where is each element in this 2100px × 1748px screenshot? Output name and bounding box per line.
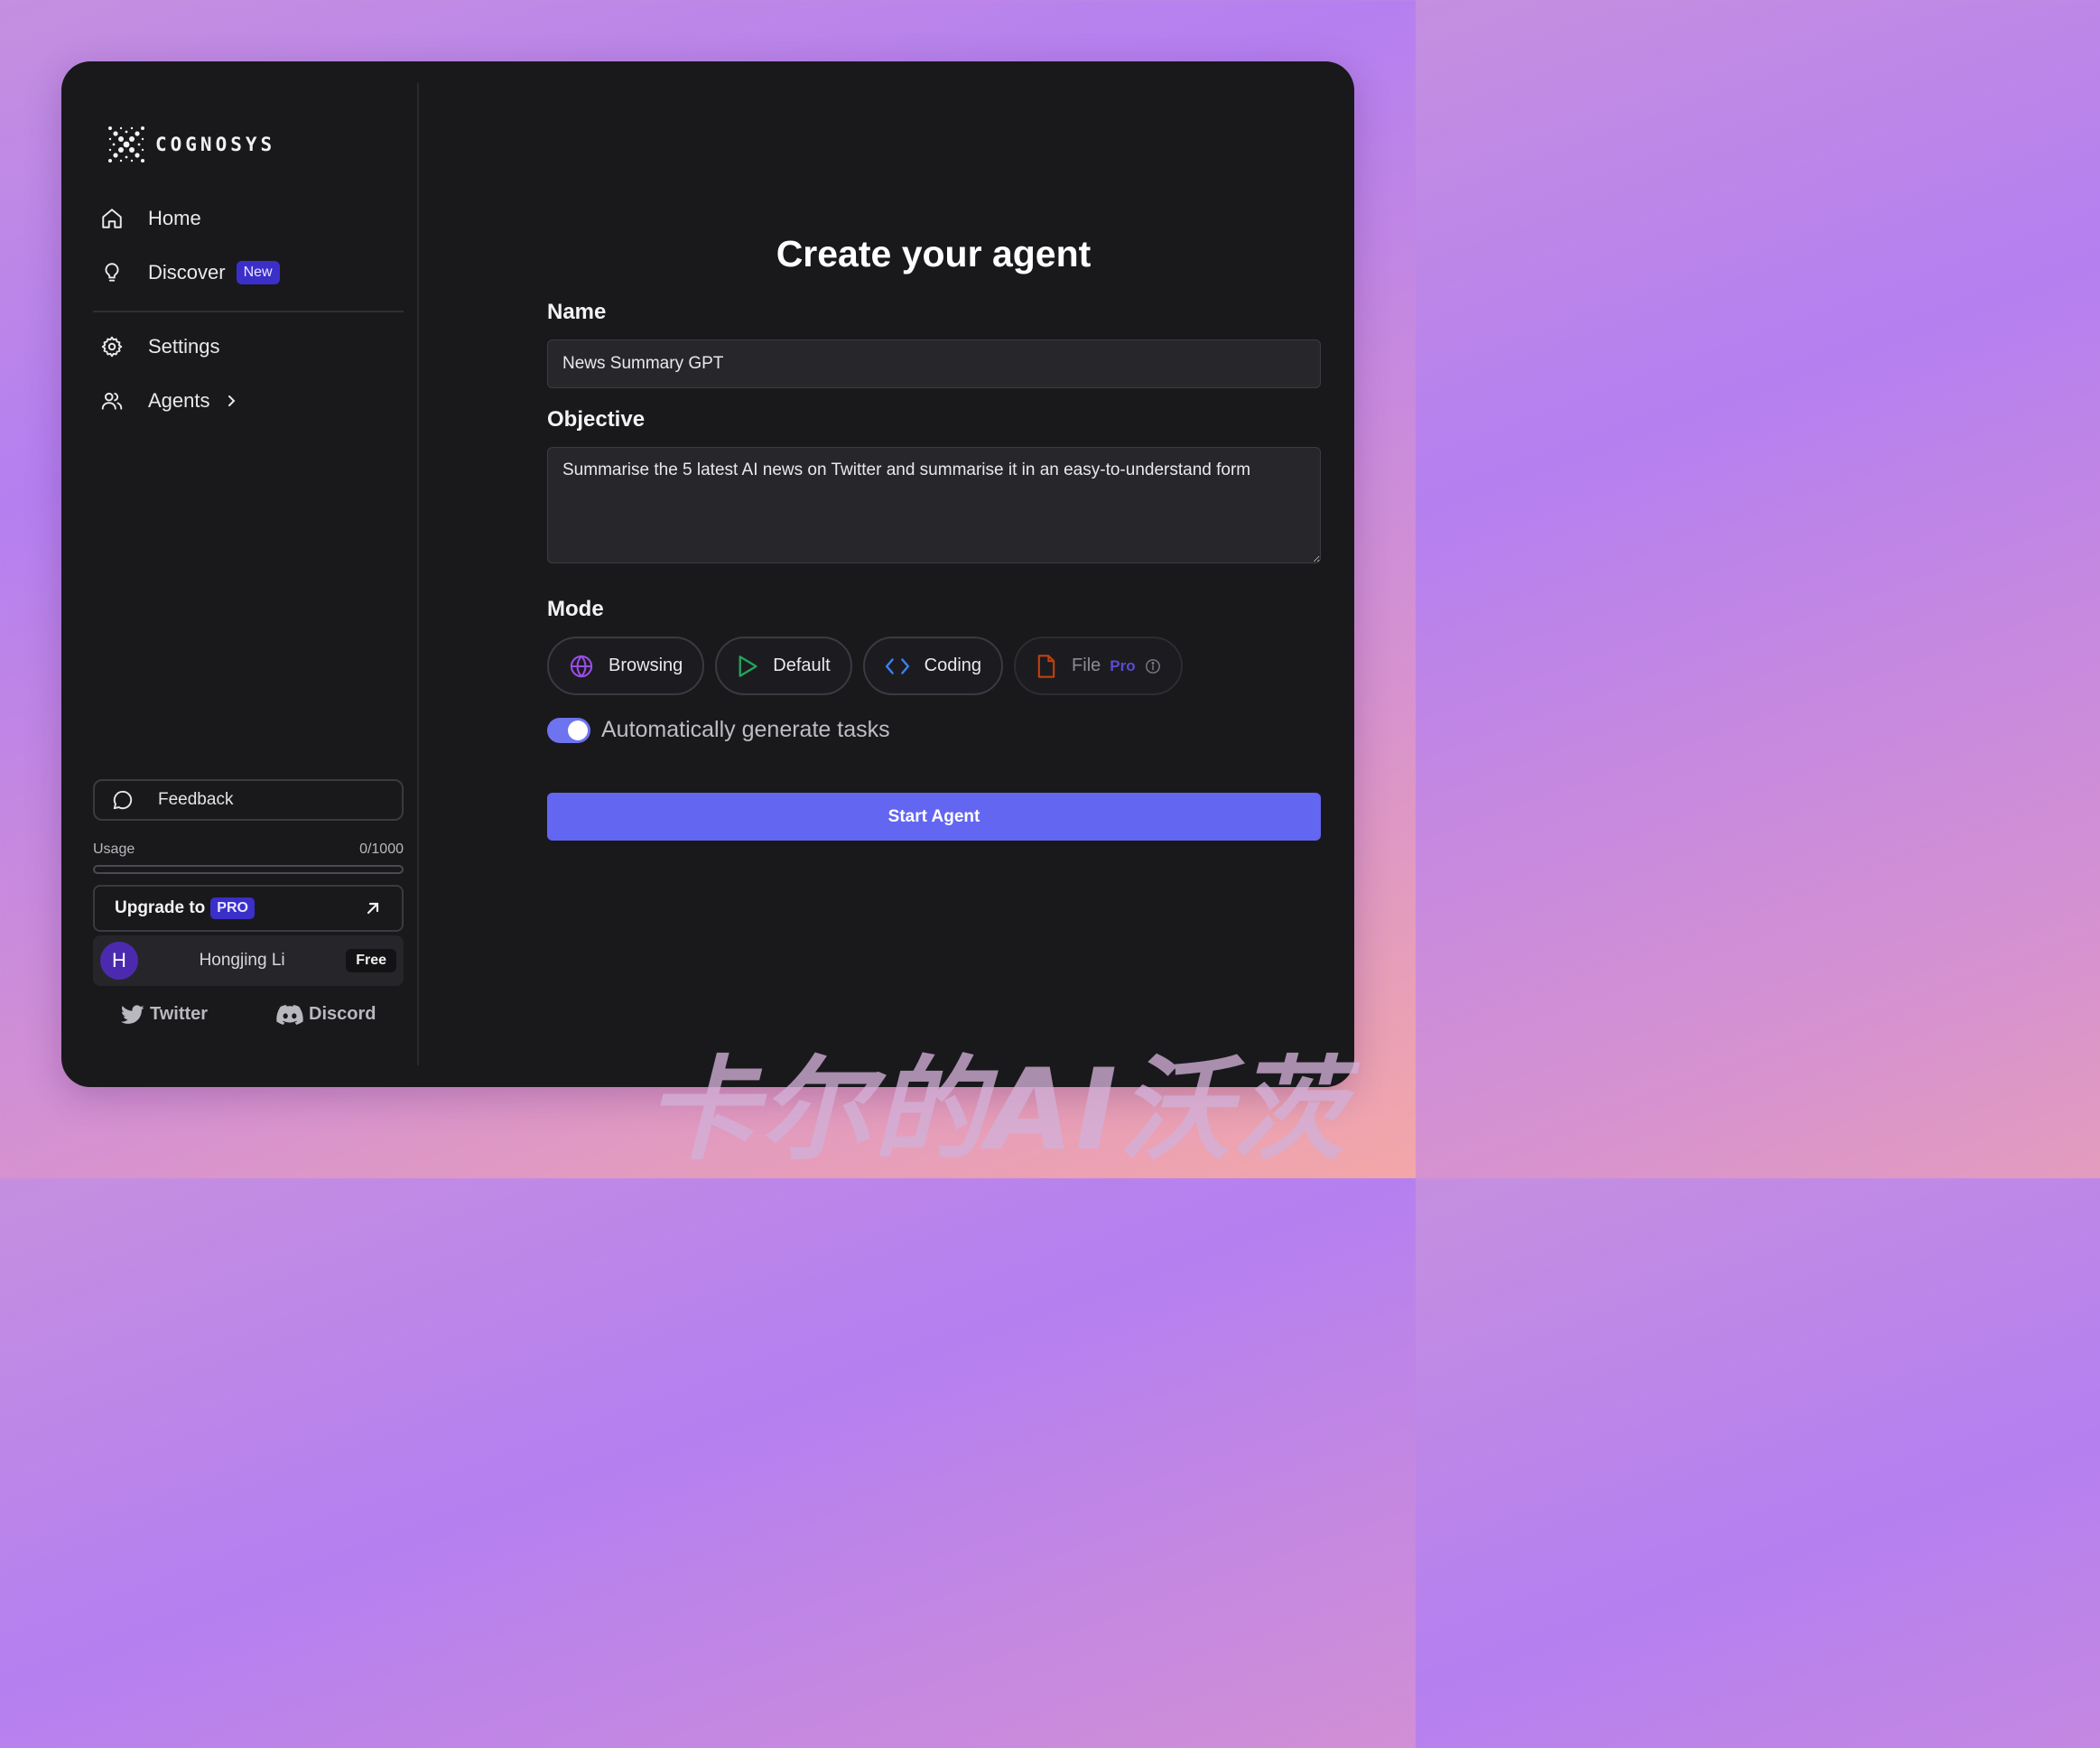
twitter-label: Twitter [150,1004,209,1024]
sidebar-item-home[interactable]: Home [99,206,201,231]
mode-browsing-button[interactable]: Browsing [547,637,705,695]
sidebar-item-label: Discover [148,261,226,284]
users-icon [99,388,125,414]
sidebar-divider [93,311,404,312]
start-agent-button[interactable]: Start Agent [547,793,1321,841]
usage-row: Usage 0/1000 [93,841,404,858]
discord-link[interactable]: Discord [276,1004,376,1025]
auto-tasks-row: Automatically generate tasks [547,717,890,743]
new-badge: New [236,261,280,284]
user-profile[interactable]: H Hongjing Li Free [93,935,404,986]
upgrade-label: Upgrade to [115,898,206,917]
sidebar-item-label: Home [148,207,201,229]
auto-tasks-label: Automatically generate tasks [601,717,890,742]
home-icon [99,206,125,231]
discord-icon [276,1004,303,1025]
play-icon [737,655,758,678]
agent-name-input[interactable] [547,339,1321,388]
toggle-knob [568,720,588,740]
app-window: COGNOSYS Home Discover New Settings Agen… [61,61,1354,1087]
logo[interactable]: COGNOSYS [107,125,275,164]
arrow-up-right-icon [364,899,382,917]
sidebar-item-label: Agents [148,389,210,412]
twitter-link[interactable]: Twitter [121,1004,208,1025]
feedback-label: Feedback [158,790,234,809]
objective-textarea[interactable]: Summarise the 5 latest AI news on Twitte… [547,447,1321,563]
cognosys-logo-icon [108,126,144,163]
name-label: Name [547,300,607,324]
pro-badge: PRO [210,897,255,919]
gear-icon [99,334,125,359]
twitter-icon [121,1004,144,1025]
code-icon [885,656,910,677]
mode-label-text: Browsing [609,656,683,675]
mode-label: Mode [547,597,604,621]
usage-value: 0/1000 [359,841,404,857]
mode-default-button[interactable]: Default [715,637,852,695]
sidebar-item-label: Settings [148,335,220,358]
usage-label: Usage [93,841,135,857]
main-panel: Create your agent Name Objective Summari… [419,61,1354,1087]
sidebar-item-settings[interactable]: Settings [99,334,220,359]
page-title: Create your agent [776,233,1092,274]
chevron-right-icon[interactable] [225,395,237,407]
sidebar-item-agents[interactable]: Agents [99,388,237,414]
discord-label: Discord [309,1004,376,1024]
avatar: H [100,942,138,980]
info-icon[interactable] [1145,658,1161,674]
mode-label-text: Coding [924,656,982,675]
mode-selector: Browsing Default Coding File Pro [547,637,1183,695]
mode-file-button[interactable]: File Pro [1014,637,1183,695]
mode-label-text: Default [773,656,831,675]
mode-label-text: File [1072,656,1101,675]
lightbulb-icon [99,260,125,285]
plan-badge: Free [346,949,396,972]
user-name: Hongjing Li [199,951,285,970]
watermark-text: 卡尔的AI沃茨 [646,1046,1347,1176]
chat-bubble-icon [111,788,135,812]
feedback-button[interactable]: Feedback [93,779,404,821]
file-icon [1036,654,1057,679]
globe-icon [569,654,594,679]
sidebar-item-discover[interactable]: Discover New [99,260,280,285]
auto-tasks-toggle[interactable] [547,717,590,743]
sidebar: COGNOSYS Home Discover New Settings Agen… [61,61,418,1087]
usage-progress-bar [93,865,404,874]
pro-badge: Pro [1110,656,1136,674]
mode-coding-button[interactable]: Coding [862,637,1004,695]
brand-name: COGNOSYS [155,134,276,155]
upgrade-button[interactable]: Upgrade to PRO [93,885,404,932]
objective-label: Objective [547,407,646,432]
